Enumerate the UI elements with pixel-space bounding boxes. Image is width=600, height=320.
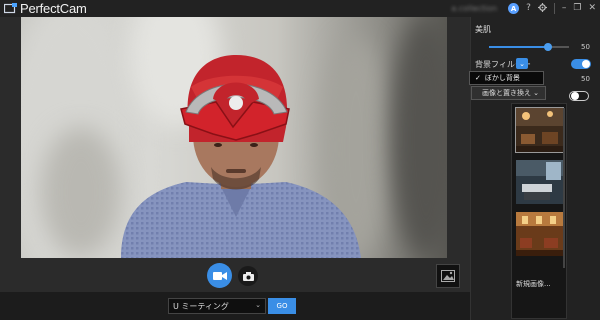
effects-panel: 美肌 50 背景フィルター ⌄ ✓ ぼかし背景 50 画像と置き換え ⌄ 新規画… bbox=[469, 17, 600, 320]
snapshot-button[interactable] bbox=[238, 266, 258, 286]
meeting-app-select[interactable]: U ミーティング ⌄ bbox=[168, 298, 266, 314]
main-area bbox=[0, 17, 470, 260]
gallery-button[interactable] bbox=[436, 264, 460, 288]
list-scrollbar[interactable] bbox=[563, 108, 565, 268]
settings-button[interactable] bbox=[537, 2, 547, 15]
video-camera-icon bbox=[212, 271, 227, 280]
bg-filter-menu-item[interactable]: ✓ ぼかし背景 bbox=[469, 71, 544, 85]
toggle-knob bbox=[571, 92, 579, 100]
capture-bar bbox=[0, 260, 470, 292]
background-thumbnail[interactable] bbox=[516, 212, 563, 256]
help-button[interactable]: ? bbox=[526, 4, 531, 13]
chevron-down-icon: ⌄ bbox=[533, 89, 539, 97]
blur-value: 50 bbox=[581, 75, 590, 83]
account-name[interactable]: a.collection bbox=[451, 4, 497, 13]
chevron-down-icon: ⌄ bbox=[255, 301, 261, 309]
replace-image-button[interactable]: 画像と置き換え ⌄ bbox=[471, 86, 546, 100]
account-badge[interactable]: A bbox=[508, 3, 520, 14]
close-button[interactable]: ✕ bbox=[588, 4, 596, 13]
background-image-list: 新規画像... bbox=[511, 103, 567, 319]
bg-filter-option: ぼかし背景 bbox=[484, 74, 520, 82]
meeting-select-value: U ミーティング bbox=[173, 301, 229, 311]
bg-filter-dropdown[interactable]: ⌄ bbox=[516, 58, 528, 69]
beauty-slider[interactable] bbox=[489, 43, 569, 51]
gear-icon bbox=[537, 2, 547, 12]
camera-icon bbox=[242, 271, 254, 281]
toggle-knob bbox=[582, 60, 590, 68]
person-figure bbox=[121, 55, 361, 258]
app-logo: PerfectCam bbox=[4, 1, 87, 16]
bg-filter-toggle[interactable] bbox=[571, 59, 591, 69]
beauty-value: 50 bbox=[581, 43, 590, 51]
titlebar-divider bbox=[553, 3, 555, 14]
restore-button[interactable]: ❐ bbox=[573, 4, 581, 13]
new-image-button[interactable]: 新規画像... bbox=[516, 279, 551, 289]
chevron-down-icon: ⌄ bbox=[519, 59, 525, 68]
check-icon: ✓ bbox=[475, 74, 481, 82]
background-thumbnail[interactable] bbox=[516, 160, 563, 204]
video-record-button[interactable] bbox=[207, 263, 232, 288]
camera-preview bbox=[21, 17, 447, 258]
beauty-slider-fill bbox=[489, 46, 547, 48]
perfectcam-logo-icon bbox=[4, 3, 17, 14]
lounge-image bbox=[516, 108, 563, 152]
beauty-label: 美肌 bbox=[475, 25, 491, 34]
app-title: PerfectCam bbox=[20, 1, 87, 16]
minimize-button[interactable]: – bbox=[562, 4, 567, 13]
image-gallery-icon bbox=[441, 270, 455, 282]
hall-image bbox=[516, 212, 563, 256]
background-thumbnail[interactable] bbox=[515, 107, 564, 153]
replace-image-label: 画像と置き換え bbox=[482, 89, 531, 97]
kitchen-image bbox=[516, 160, 563, 204]
replace-image-toggle[interactable] bbox=[569, 91, 589, 101]
title-bar: PerfectCam a.collection A ? – ❐ ✕ bbox=[0, 0, 600, 17]
meeting-bar: U ミーティング ⌄ GO bbox=[0, 292, 470, 320]
go-button[interactable]: GO bbox=[268, 298, 296, 314]
beauty-slider-knob[interactable] bbox=[544, 43, 552, 51]
